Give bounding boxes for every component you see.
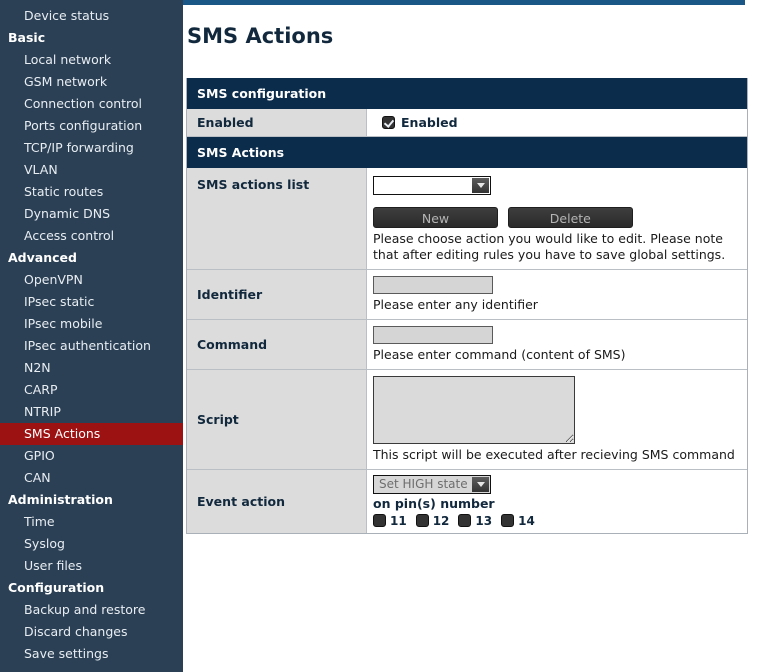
pin-label-12: 12 bbox=[432, 513, 450, 528]
sidebar-group-configuration: Configuration bbox=[8, 580, 105, 595]
pin-label-13: 13 bbox=[475, 513, 493, 528]
pin-label-14: 14 bbox=[518, 513, 535, 528]
sidebar-item-ipsec-authentication[interactable]: IPsec authentication bbox=[0, 335, 183, 357]
sidebar-group-advanced: Advanced bbox=[8, 250, 77, 265]
row-label-command: Command bbox=[187, 319, 367, 369]
enabled-checkbox[interactable] bbox=[382, 116, 395, 129]
row-enabled: Enabled Enabled bbox=[187, 109, 747, 137]
row-identifier: Identifier Please enter any identifier bbox=[187, 269, 747, 320]
page-title: SMS Actions bbox=[187, 24, 334, 49]
row-script: Script This script will be executed afte… bbox=[187, 369, 747, 470]
sidebar-item-openvpn[interactable]: OpenVPN bbox=[0, 269, 183, 291]
sidebar-item-sms-actions[interactable]: SMS Actions bbox=[0, 423, 183, 445]
sidebar-item-ipsec-mobile[interactable]: IPsec mobile bbox=[0, 313, 183, 335]
sidebar-item-syslog[interactable]: Syslog bbox=[0, 533, 183, 555]
pin-checkbox-13[interactable] bbox=[458, 514, 472, 527]
sidebar-item-user-files[interactable]: User files bbox=[0, 555, 183, 577]
sms-actions-list-select[interactable] bbox=[373, 175, 491, 195]
row-label-identifier: Identifier bbox=[187, 269, 367, 319]
sidebar-item-access-control[interactable]: Access control bbox=[0, 225, 183, 247]
field-command: Please enter command (content of SMS) bbox=[367, 319, 747, 369]
sidebar-item-can[interactable]: CAN bbox=[0, 467, 183, 489]
row-sms-actions-list: SMS actions list bbox=[187, 168, 747, 201]
sidebar-item-tcp-ip-forwarding[interactable]: TCP/IP forwarding bbox=[0, 137, 183, 159]
sidebar-item-n2n[interactable]: N2N bbox=[0, 357, 183, 379]
pin-checkbox-group: 11 12 13 14 bbox=[373, 514, 747, 528]
sidebar-item-ports-configuration[interactable]: Ports configuration bbox=[0, 115, 183, 137]
identifier-input[interactable] bbox=[373, 275, 493, 294]
row-label-sms-actions-list: SMS actions list bbox=[187, 168, 367, 201]
sidebar-item-ntrip[interactable]: NTRIP bbox=[0, 401, 183, 423]
sidebar-item-static-routes[interactable]: Static routes bbox=[0, 181, 183, 203]
row-label-event-action: Event action bbox=[187, 469, 367, 533]
sidebar-item-save-settings[interactable]: Save settings bbox=[0, 643, 183, 665]
sidebar-item-time[interactable]: Time bbox=[0, 511, 183, 533]
sidebar-item-carp[interactable]: CARP bbox=[0, 379, 183, 401]
field-sms-actions-list bbox=[367, 168, 747, 201]
chevron-down-icon bbox=[472, 476, 489, 492]
row-command: Command Please enter command (content of… bbox=[187, 319, 747, 370]
new-button[interactable]: New bbox=[373, 206, 498, 228]
field-script: This script will be executed after recie… bbox=[367, 369, 747, 469]
pin-checkbox-11[interactable] bbox=[373, 514, 386, 527]
row-label-action-buttons bbox=[187, 200, 367, 269]
sidebar-item-gsm-network[interactable]: GSM network bbox=[0, 71, 183, 93]
action-buttons-hint: Please choose action you would like to e… bbox=[373, 230, 726, 262]
delete-button[interactable]: Delete bbox=[507, 206, 633, 228]
row-label-script: Script bbox=[187, 369, 367, 469]
row-event-action: Event action Set HIGH state on pin(s) nu… bbox=[187, 469, 747, 533]
sidebar-item-dynamic-dns[interactable]: Dynamic DNS bbox=[0, 203, 183, 225]
event-action-selected-value: Set HIGH state bbox=[379, 477, 468, 491]
sidebar-item-vlan[interactable]: VLAN bbox=[0, 159, 183, 181]
sidebar-item-connection-control[interactable]: Connection control bbox=[0, 93, 183, 115]
row-label-enabled: Enabled bbox=[187, 109, 367, 136]
sidebar-group-basic: Basic bbox=[8, 30, 46, 45]
script-textarea[interactable] bbox=[373, 375, 575, 444]
sidebar-item-gpio[interactable]: GPIO bbox=[0, 445, 183, 467]
sidebar-item-discard-changes[interactable]: Discard changes bbox=[0, 621, 183, 643]
field-identifier: Please enter any identifier bbox=[367, 269, 747, 319]
pin-checkbox-14[interactable] bbox=[501, 514, 515, 527]
pin-checkbox-12[interactable] bbox=[415, 514, 429, 527]
pins-label: on pin(s) number bbox=[373, 495, 495, 511]
field-enabled: Enabled bbox=[367, 109, 747, 136]
main-content: SMS Actions SMS configuration Enabled En… bbox=[183, 5, 762, 672]
section-header-sms-configuration: SMS configuration bbox=[187, 78, 747, 109]
section-header-sms-actions: SMS Actions bbox=[187, 137, 747, 168]
command-input[interactable] bbox=[373, 325, 493, 344]
sidebar-group-administration: Administration bbox=[8, 492, 113, 507]
sms-settings-panel: SMS configuration Enabled Enabled SMS Ac… bbox=[186, 78, 748, 534]
pin-label-11: 11 bbox=[390, 513, 407, 528]
row-action-buttons: New Delete Please choose action you woul… bbox=[187, 199, 747, 270]
event-action-select[interactable]: Set HIGH state bbox=[373, 474, 491, 494]
command-hint: Please enter command (content of SMS) bbox=[373, 346, 626, 362]
field-action-buttons: New Delete Please choose action you woul… bbox=[367, 200, 747, 269]
sidebar-item-backup-and-restore[interactable]: Backup and restore bbox=[0, 599, 183, 621]
sidebar-navigation: Device status Basic Local network GSM netwo… bbox=[0, 0, 183, 672]
enabled-checkbox-label: Enabled bbox=[401, 115, 458, 130]
script-hint: This script will be executed after recie… bbox=[373, 446, 735, 462]
identifier-hint: Please enter any identifier bbox=[373, 296, 538, 312]
chevron-down-icon bbox=[472, 177, 489, 193]
sidebar-item-local-network[interactable]: Local network bbox=[0, 49, 183, 71]
field-event-action: Set HIGH state on pin(s) number 11 12 13 14 bbox=[367, 469, 747, 533]
sidebar-item-ipsec-static[interactable]: IPsec static bbox=[0, 291, 183, 313]
sidebar-item-device-status[interactable]: Device status bbox=[0, 5, 183, 27]
